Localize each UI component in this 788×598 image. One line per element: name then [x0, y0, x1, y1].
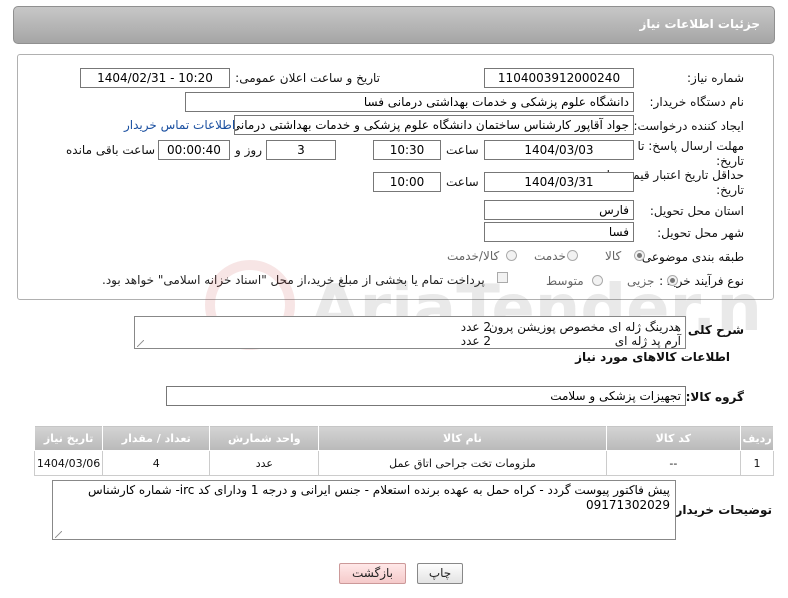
summary-line-1-qty: 2 عدد	[460, 320, 491, 334]
cell-row: 1	[740, 450, 774, 476]
category-radio-goods-service[interactable]	[506, 250, 517, 261]
need-number-label: شماره نیاز:	[687, 71, 744, 85]
reply-deadline-label: مهلت ارسال پاسخ: تا تاریخ:	[637, 139, 744, 168]
summary-line-2-text: آرم پد ژله ای	[614, 334, 681, 348]
process-radio-medium[interactable]	[592, 275, 603, 286]
goods-table: تاریخ نیاز تعداد / مقدار واحد شمارش نام …	[33, 425, 774, 476]
category-radio-service[interactable]	[567, 250, 578, 261]
province-label: استان محل تحویل:	[649, 204, 744, 218]
reply-deadline-time[interactable]: 10:30	[373, 140, 441, 160]
remaining-days-label: روز و	[235, 143, 262, 157]
cell-name: ملزومات تخت جراحی اتاق عمل	[318, 450, 607, 476]
goods-section-title: اطلاعات کالاهای مورد نیاز	[575, 350, 730, 364]
back-button[interactable]: بازگشت	[339, 563, 406, 584]
requester-label: ایجاد کننده درخواست:	[633, 119, 744, 133]
col-row: ردیف	[740, 425, 774, 451]
resize-grip-icon[interactable]	[55, 531, 62, 538]
buyer-contact-link[interactable]: اطلاعات تماس خریدار	[124, 118, 235, 132]
treasury-payment-checkbox[interactable]	[497, 272, 508, 283]
buyer-org-field[interactable]: دانشگاه علوم پزشکی و خدمات بهداشتی درمان…	[185, 92, 634, 112]
goods-table-header: تاریخ نیاز تعداد / مقدار واحد شمارش نام …	[33, 425, 774, 451]
cell-code: --	[605, 450, 742, 476]
category-option-service: خدمت	[534, 249, 566, 263]
goods-group-field[interactable]: تجهیزات پزشکی و سلامت	[166, 386, 686, 406]
process-radio-minor[interactable]	[667, 275, 678, 286]
process-option-medium: متوسط	[546, 274, 584, 288]
summary-line-1-text: هدرینگ ژله ای مخصوص پوزیشن پرون	[488, 320, 681, 334]
table-row[interactable]: 1404/03/06 4 عدد ملزومات تخت جراحی اتاق …	[33, 450, 774, 476]
price-validity-date[interactable]: 1404/03/31	[484, 172, 634, 192]
buyer-notes-textarea[interactable]: پیش فاکتور پیوست گردد - کراه حمل به عهده…	[52, 480, 676, 540]
need-number-field[interactable]: 1104003912000240	[484, 68, 634, 88]
cell-unit: عدد	[209, 450, 320, 476]
province-field[interactable]: فارس	[484, 200, 634, 220]
col-qty: تعداد / مقدار	[102, 425, 211, 451]
col-name: نام کالا	[318, 425, 607, 451]
price-validity-time-label: ساعت	[446, 175, 479, 189]
category-option-goods-service: کالا/خدمت	[447, 249, 500, 263]
goods-group-label: گروه کالا:	[685, 390, 744, 404]
category-radio-goods[interactable]	[634, 250, 645, 261]
category-label: طبقه بندی موضوعی:	[637, 250, 744, 264]
col-code: کد کالا	[605, 425, 742, 451]
announce-datetime-label: تاریخ و ساعت اعلان عمومی:	[235, 71, 380, 85]
col-unit: واحد شمارش	[209, 425, 320, 451]
price-validity-time[interactable]: 10:00	[373, 172, 441, 192]
remaining-days-field[interactable]: 3	[266, 140, 336, 160]
col-date: تاریخ نیاز	[33, 425, 104, 451]
window-title: جزئیات اطلاعات نیاز	[639, 17, 760, 31]
buyer-org-label: نام دستگاه خریدار:	[649, 95, 745, 109]
cell-date: 1404/03/06	[33, 450, 104, 476]
city-field[interactable]: فسا	[484, 222, 634, 242]
window-titlebar: جزئیات اطلاعات نیاز	[13, 6, 775, 44]
cell-qty: 4	[102, 450, 211, 476]
print-button[interactable]: چاپ	[417, 563, 463, 584]
summary-textarea[interactable]: هدرینگ ژله ای مخصوص پوزیشن پرون 2 عدد آر…	[134, 316, 686, 349]
resize-grip-icon[interactable]	[137, 340, 144, 347]
summary-line-2-qty: 2 عدد	[460, 334, 491, 348]
city-label: شهر محل تحویل:	[657, 226, 744, 240]
category-option-goods: کالا	[605, 249, 622, 263]
remaining-time-field[interactable]: 00:00:40	[158, 140, 230, 160]
reply-deadline-time-label: ساعت	[446, 143, 479, 157]
buyer-notes-label: توضیحات خریدار:	[670, 503, 772, 517]
requester-field[interactable]: جواد آقاپور کارشناس ساختمان دانشگاه علوم…	[234, 115, 634, 135]
announce-datetime-field[interactable]: 1404/02/31 - 10:20	[80, 68, 230, 88]
remaining-time-label: ساعت باقی مانده	[66, 143, 156, 157]
process-option-minor: جزیی	[627, 274, 655, 288]
reply-deadline-date[interactable]: 1404/03/03	[484, 140, 634, 160]
treasury-payment-note: پرداخت تمام یا بخشی از مبلغ خرید،از محل …	[102, 273, 485, 287]
buyer-notes-text: پیش فاکتور پیوست گردد - کراه حمل به عهده…	[87, 483, 670, 512]
